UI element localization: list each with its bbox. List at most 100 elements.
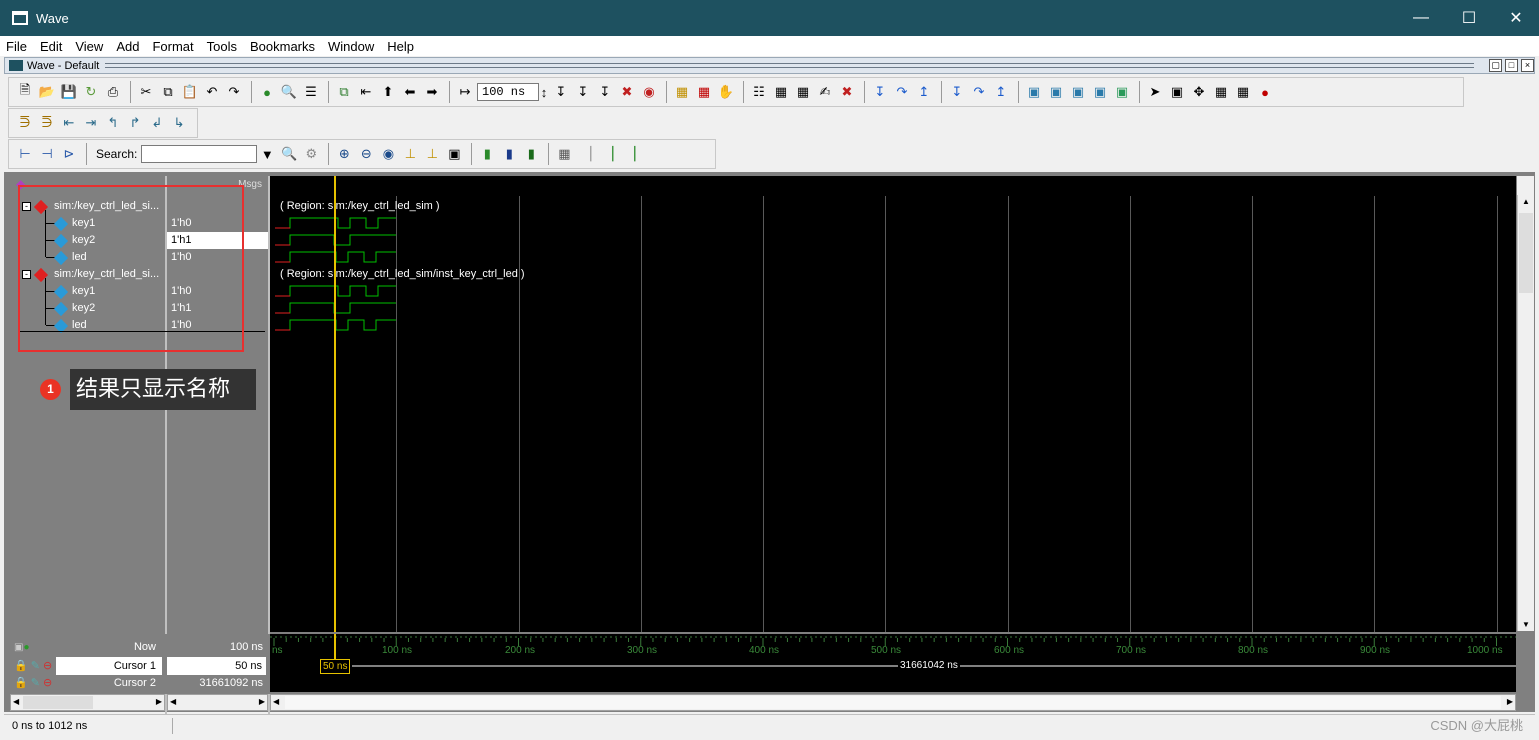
run-all-icon[interactable]: ↧: [595, 83, 615, 101]
zoom-region-icon[interactable]: ▣: [444, 145, 464, 163]
compile-icon[interactable]: ⧉: [334, 83, 354, 101]
edit-table-icon[interactable]: ✍: [815, 83, 835, 101]
step-into-icon[interactable]: ↧: [870, 83, 890, 101]
scroll-left-icon[interactable]: ◀: [13, 697, 19, 706]
any-edge-icon[interactable]: ↲: [147, 114, 167, 132]
group-add-icon[interactable]: ⊣: [37, 145, 57, 163]
scroll-right-icon[interactable]: ▶: [259, 697, 265, 706]
any-edge2-icon[interactable]: ↳: [169, 114, 189, 132]
cursor1-delete-icon[interactable]: ⊖: [43, 660, 52, 672]
wave-compare-icon[interactable]: ▦: [1233, 83, 1253, 101]
memory-icon[interactable]: ▦: [771, 83, 791, 101]
up-arrow-icon[interactable]: ⬆: [378, 83, 398, 101]
step-over-dropdown-icon[interactable]: ↷: [969, 83, 989, 101]
scroll-left-icon[interactable]: ◀: [273, 697, 279, 706]
falling-edge-icon[interactable]: ↱: [125, 114, 145, 132]
paste-icon[interactable]: 📋: [180, 83, 200, 101]
reload-icon[interactable]: ↻: [81, 83, 101, 101]
cursor1-lock-icon[interactable]: 🔒: [14, 660, 28, 672]
cursor2-edit-icon[interactable]: ✎: [31, 677, 40, 689]
table-icon[interactable]: ▦: [793, 83, 813, 101]
divider-add-icon[interactable]: ⊢: [15, 145, 35, 163]
zoom-in-icon[interactable]: ⊕: [334, 145, 354, 163]
wave-style3-icon[interactable]: ▕: [598, 145, 618, 163]
run-length-spinner-icon[interactable]: ↕: [539, 83, 549, 101]
insert-icon[interactable]: ⊳: [59, 145, 79, 163]
scroll-down-icon[interactable]: ▼: [1522, 620, 1530, 629]
cursor1-edit-icon[interactable]: ✎: [31, 660, 40, 672]
move-mode-icon[interactable]: ✥: [1189, 83, 1209, 101]
edge-find-icon[interactable]: ⋽: [15, 114, 35, 132]
scroll-thumb[interactable]: [285, 696, 1501, 709]
find-icon[interactable]: 🔍: [279, 83, 299, 101]
menu-format[interactable]: Format: [152, 39, 193, 54]
run-length-input[interactable]: [477, 83, 539, 101]
menu-help[interactable]: Help: [387, 39, 414, 54]
break-icon[interactable]: ✖: [617, 83, 637, 101]
zoom-cursor-icon[interactable]: ⊥: [400, 145, 420, 163]
edit-mode-icon[interactable]: ▦: [1211, 83, 1231, 101]
menu-edit[interactable]: Edit: [40, 39, 62, 54]
run-icon[interactable]: ↧: [551, 83, 571, 101]
menu-add[interactable]: Add: [116, 39, 139, 54]
values-hscrollbar[interactable]: ◀ ▶: [167, 694, 268, 711]
zoom-out-icon[interactable]: ⊖: [356, 145, 376, 163]
signal-chart-icon[interactable]: ▦: [694, 83, 714, 101]
scroll-up-icon[interactable]: ▲: [1522, 197, 1530, 206]
step-over-icon[interactable]: ↷: [892, 83, 912, 101]
new-file-icon[interactable]: 🗎: [15, 82, 35, 101]
zoom-mode-icon[interactable]: ▣: [1167, 83, 1187, 101]
vertical-scrollbar[interactable]: ▲ ▼: [1517, 195, 1534, 631]
coverage-icon[interactable]: ▣: [1024, 83, 1044, 101]
wave-style4-icon[interactable]: ▕: [620, 145, 640, 163]
step-out-icon[interactable]: ↥: [914, 83, 934, 101]
search-dropdown-icon[interactable]: ▼: [257, 145, 277, 163]
coverage2-icon[interactable]: ▣: [1046, 83, 1066, 101]
list-icon[interactable]: ☰: [301, 83, 321, 101]
copy-icon[interactable]: ⧉: [158, 83, 178, 101]
names-hscrollbar[interactable]: ◀ ▶: [10, 694, 165, 711]
undo-icon[interactable]: ↶: [202, 83, 222, 101]
subwindow-close-button[interactable]: ×: [1521, 59, 1534, 72]
wave-format2-icon[interactable]: ▮: [499, 145, 519, 163]
select-mode-icon[interactable]: ➤: [1145, 83, 1165, 101]
delete-table-icon[interactable]: ✖: [837, 83, 857, 101]
stop-icon[interactable]: ◉: [639, 83, 659, 101]
subwindow-dock-button[interactable]: ▢: [1489, 59, 1502, 72]
save-icon[interactable]: 💾: [59, 83, 79, 101]
menu-view[interactable]: View: [75, 39, 103, 54]
drag-stripes[interactable]: [105, 63, 1474, 68]
close-button[interactable]: ✕: [1493, 0, 1539, 36]
coverage3-icon[interactable]: ▣: [1068, 83, 1088, 101]
rising-edge-icon[interactable]: ↰: [103, 114, 123, 132]
menu-window[interactable]: Window: [328, 39, 374, 54]
step-out-dropdown-icon[interactable]: ↥: [991, 83, 1011, 101]
subwindow-maximize-button[interactable]: □: [1505, 59, 1518, 72]
continue-run-icon[interactable]: ↧: [573, 83, 593, 101]
hand-icon[interactable]: ✋: [716, 83, 736, 101]
search-options-icon[interactable]: ⚙: [301, 145, 321, 163]
left-arrow-icon[interactable]: ⬅: [400, 83, 420, 101]
wave-format3-icon[interactable]: ▮: [521, 145, 541, 163]
open-folder-icon[interactable]: 📂: [37, 83, 57, 101]
menu-tools[interactable]: Tools: [207, 39, 237, 54]
cursor1-label[interactable]: Cursor 1: [56, 657, 162, 675]
add-wave-icon[interactable]: ●: [257, 83, 277, 101]
scroll-thumb[interactable]: [1519, 213, 1533, 293]
scroll-right-icon[interactable]: ▶: [1507, 697, 1513, 706]
wave-hscrollbar[interactable]: ◀ ▶: [270, 694, 1516, 711]
wave-style2-icon[interactable]: ▕: [576, 145, 596, 163]
step-icon[interactable]: ⇤: [356, 83, 376, 101]
coverage4-icon[interactable]: ▣: [1090, 83, 1110, 101]
right-arrow-icon[interactable]: ➡: [422, 83, 442, 101]
wave-format1-icon[interactable]: ▮: [477, 145, 497, 163]
bar-chart-icon[interactable]: ▦: [672, 83, 692, 101]
redo-icon[interactable]: ↷: [224, 83, 244, 101]
search-input[interactable]: [141, 145, 258, 163]
scroll-right-icon[interactable]: ▶: [156, 697, 162, 706]
wave-style1-icon[interactable]: ▦: [554, 145, 574, 163]
search-binoculars-icon[interactable]: 🔍: [279, 145, 299, 163]
zoom-full-icon[interactable]: ◉: [378, 145, 398, 163]
cursor2-label[interactable]: Cursor 2: [114, 674, 156, 692]
now-icons[interactable]: ▣●: [14, 642, 30, 653]
